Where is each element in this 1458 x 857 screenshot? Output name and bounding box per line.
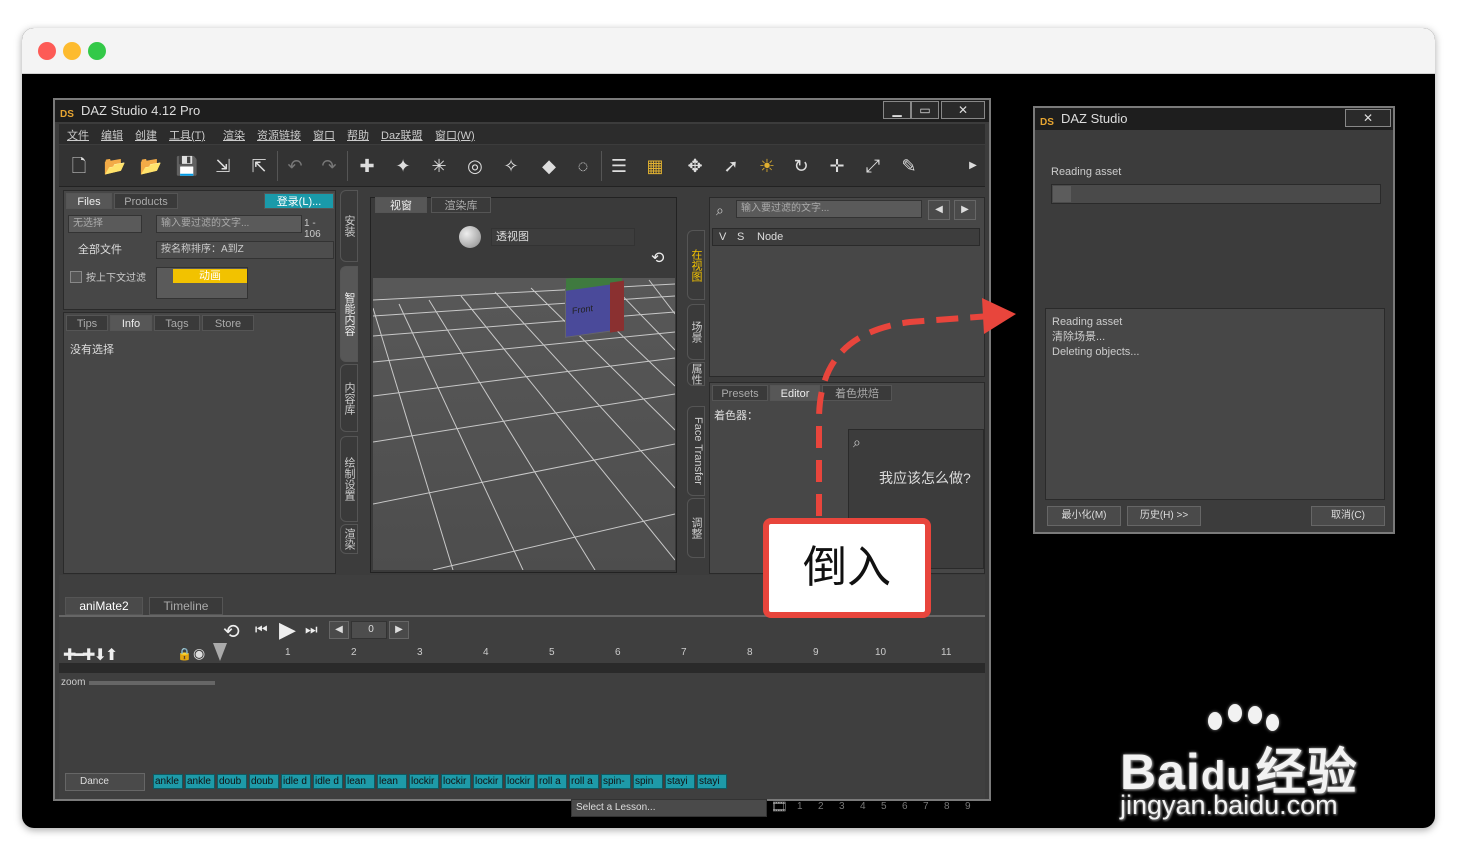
watermark-url: jingyan.baidu.com <box>1120 790 1338 820</box>
paw-icon <box>1266 714 1279 731</box>
arrow-head <box>982 298 1016 334</box>
callout-box: 倒入 <box>763 518 931 618</box>
baidu-watermark: Baidu经验 jingyan.baidu.com <box>1120 700 1420 830</box>
arrow-path <box>816 313 991 516</box>
paw-icon <box>1228 704 1242 722</box>
paw-icon <box>1248 706 1262 724</box>
paw-icon <box>1208 712 1222 730</box>
